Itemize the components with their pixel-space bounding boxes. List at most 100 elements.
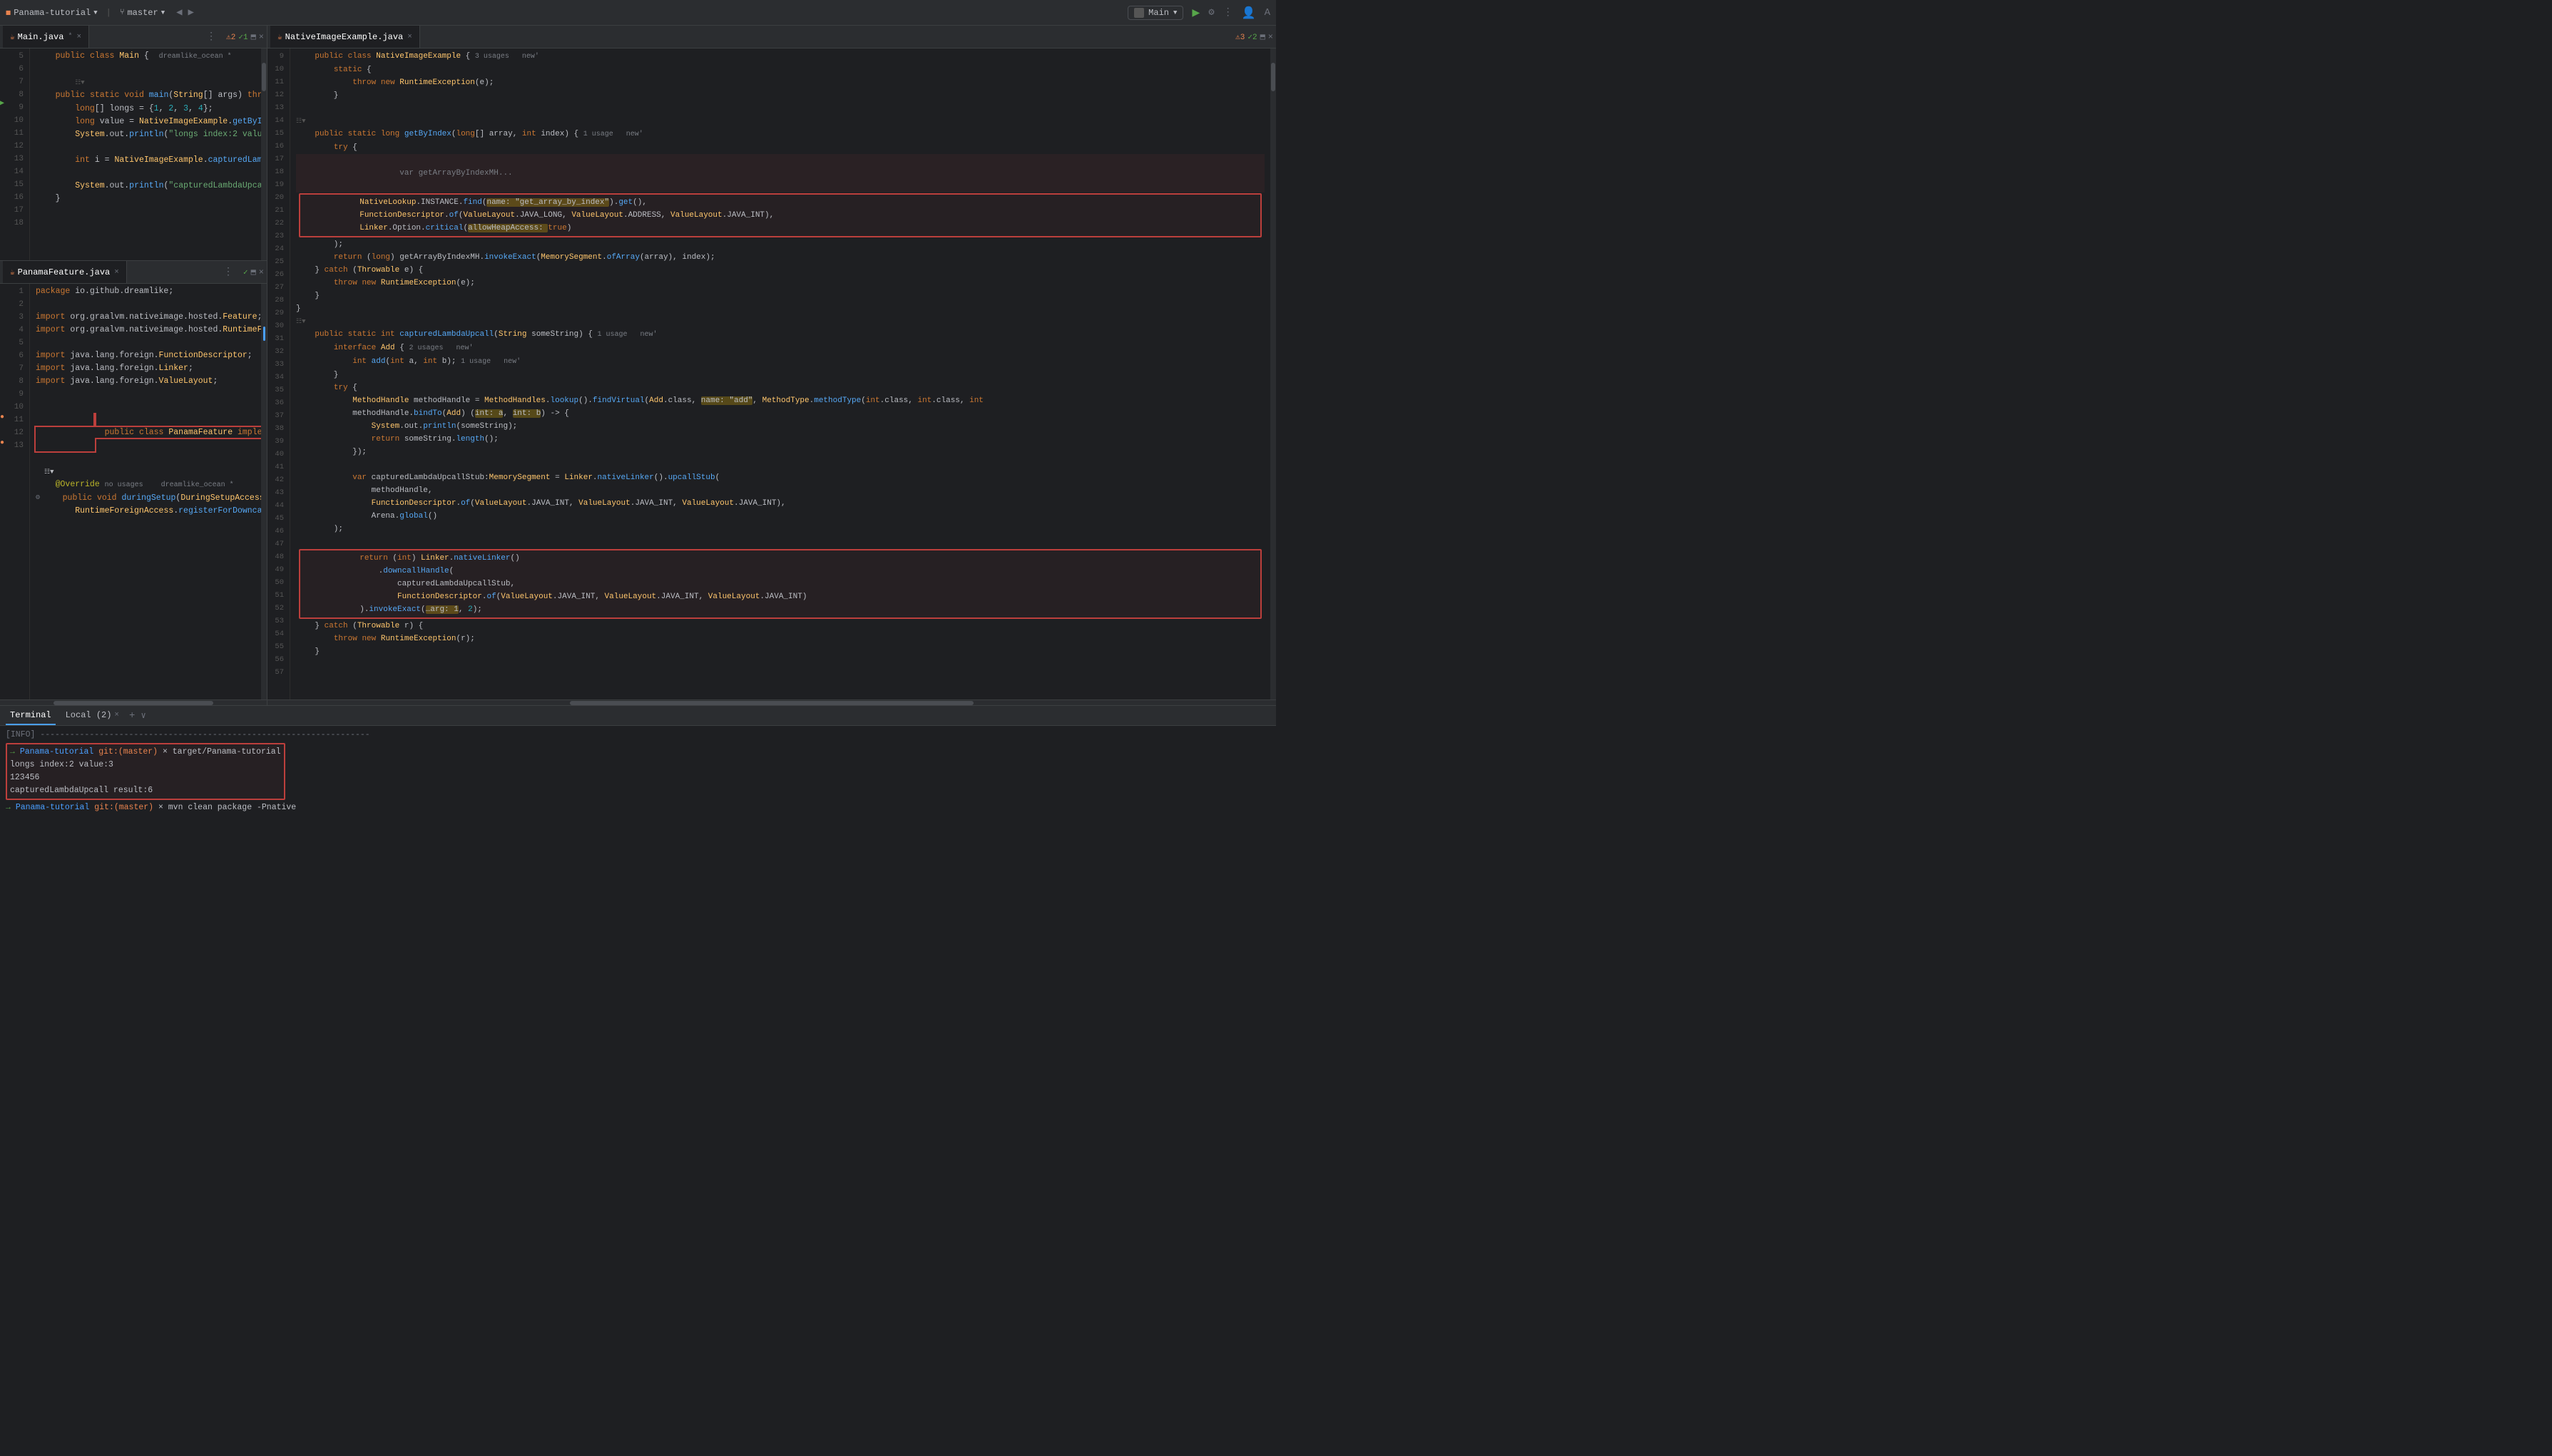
vscroll-thumb-native[interactable] <box>1271 63 1275 91</box>
line-numbers-native: 910111213 1415161718 1920212223 24252627… <box>267 48 290 699</box>
term-output-3: capturedLambdaUpcall result:6 <box>10 786 153 795</box>
tab-local[interactable]: Local (2) × <box>61 706 123 725</box>
hscroll-panama[interactable] <box>0 699 267 705</box>
translate-button[interactable]: A <box>1265 7 1270 19</box>
project-selector[interactable]: ◼ Panama-tutorial ▼ <box>6 7 98 18</box>
branch-dropdown-icon: ▼ <box>161 9 165 16</box>
pf-line-5 <box>36 337 255 349</box>
tab-native-image[interactable]: ☕ NativeImageExample.java × <box>270 26 420 48</box>
ni-hl-line-2: FunctionDescriptor.of(ValueLayout.JAVA_L… <box>303 209 1257 222</box>
vscroll-thumb-main[interactable] <box>262 63 266 91</box>
branch-selector[interactable]: ⑂ master ▼ <box>120 8 165 18</box>
native-image-content[interactable]: 910111213 1415161718 1920212223 24252627… <box>267 48 1276 699</box>
ni-line-36: var capturedLambdaUpcallStub:MemorySegme… <box>296 471 1265 484</box>
vscroll-indicator <box>263 327 265 341</box>
vscroll-panama[interactable] <box>261 284 267 699</box>
editor-close-icon-2[interactable]: × <box>259 267 264 277</box>
right-close-icon[interactable]: × <box>1268 32 1273 42</box>
code-native-image[interactable]: public class NativeImageExample { 3 usag… <box>290 48 1270 699</box>
ni-line-31: methodHandle.bindTo(Add) (int: a, int: b… <box>296 407 1265 420</box>
ni-line-32: System.out.println(someString); <box>296 420 1265 433</box>
vscroll-native[interactable] <box>1270 48 1276 699</box>
ni-line-23: } <box>296 302 1265 315</box>
titlebar-separator: | <box>106 8 111 18</box>
ni-line-35 <box>296 458 1265 471</box>
pf-line-12: @Override no usages dreamlike_ocean * <box>36 478 255 492</box>
term-line-1: [INFO] ---------------------------------… <box>6 729 1270 742</box>
code-line-6 <box>36 63 255 76</box>
ni-hl2-line-1: return (int) Linker.nativeLinker() <box>303 552 1257 565</box>
term-line-6: → Panama-tutorial git:(master) × mvn cle… <box>6 801 1270 814</box>
ni-line-28: } <box>296 369 1265 381</box>
panama-feature-editor: ☕ PanamaFeature.java × ⋮ ✓ ⬒ × <box>0 261 267 705</box>
main-java-content[interactable]: ▶ 5 6 7 8 <box>0 48 267 260</box>
code-panama-java[interactable]: package io.github.dreamlike; import org.… <box>30 284 261 699</box>
terminal-dropdown[interactable]: ∨ <box>141 710 146 721</box>
project-icon: ◼ <box>6 7 11 18</box>
hscroll-thumb[interactable] <box>53 701 213 705</box>
avatar-button[interactable]: 👤 <box>1242 6 1256 20</box>
titlebar: ◼ Panama-tutorial ▼ | ⑂ master ▼ ◀ ▶ Mai… <box>0 0 1276 26</box>
terminal-add-button[interactable]: + <box>129 710 135 722</box>
ni-line-27: int add(int a, int b); 1 usage new' <box>296 355 1265 369</box>
back-icon[interactable]: ◀ <box>176 6 182 19</box>
right-panel: ☕ NativeImageExample.java × ⚠3 ✓2 ⬒ × 91… <box>267 26 1276 705</box>
tab-main-java-close[interactable]: × <box>76 33 81 41</box>
ni-line-10: static { <box>296 63 1265 76</box>
main-content: ☕ Main.java * × ⋮ ⚠2 ✓1 ⬒ × <box>0 26 1276 705</box>
pf-line-1: package io.github.dreamlike; <box>36 285 255 298</box>
ni-line-26: interface Add { 2 usages new' <box>296 342 1265 355</box>
ni-line-12: } <box>296 89 1265 102</box>
more-button[interactable]: ⋮ <box>1223 6 1233 19</box>
right-ok-badge: ✓2 <box>1247 32 1257 42</box>
tab-more-button[interactable]: ⋮ <box>202 31 220 43</box>
term-prompt-2: → <box>6 803 16 812</box>
vscroll-main[interactable] <box>261 48 267 260</box>
pf-line-11: ☷▼ <box>36 466 255 478</box>
tab-terminal[interactable]: Terminal <box>6 706 56 725</box>
term-line-5: capturedLambdaUpcall result:6 <box>10 784 281 797</box>
local-label: Local (2) <box>66 710 112 720</box>
run-config-selector[interactable]: Main ▼ <box>1128 6 1183 20</box>
tab-more-button-2[interactable]: ⋮ <box>219 266 238 278</box>
code-line-5: public class Main { dreamlike_ocean * <box>36 50 255 63</box>
hscroll-native[interactable] <box>267 699 1276 705</box>
local-close[interactable]: × <box>114 711 119 719</box>
code-main-java[interactable]: public class Main { dreamlike_ocean * ☷▼… <box>30 48 261 260</box>
editor-toolbar-icon[interactable]: ⬒ <box>251 31 256 42</box>
ni-line-18: ); <box>296 238 1265 251</box>
ni-line-25: public static int capturedLambdaUpcall(S… <box>296 328 1265 342</box>
right-status-icons: ⚠3 ✓2 ⬒ × <box>1235 31 1273 42</box>
tab-native-label: NativeImageExample.java <box>285 32 404 42</box>
project-dropdown-icon: ▼ <box>93 9 97 16</box>
navigation-icons: ◀ ▶ <box>176 6 194 19</box>
ni-line-42: } catch (Throwable r) { <box>296 620 1265 632</box>
ni-line-17: var getArrayByIndexMH... <box>296 154 1265 193</box>
run-button[interactable]: ▶ <box>1192 5 1200 21</box>
code-line-18 <box>36 218 255 231</box>
code-line-9: long[] longs = {1, 2, 3, 4}; <box>36 103 255 116</box>
terminal-content[interactable]: [INFO] ---------------------------------… <box>0 726 1276 817</box>
ni-line-21: throw new RuntimeException(e); <box>296 277 1265 289</box>
forward-icon[interactable]: ▶ <box>188 6 194 19</box>
branch-name: master <box>127 8 158 18</box>
tab-panama-close[interactable]: × <box>114 268 119 277</box>
warn-badge: ⚠2 <box>226 32 235 42</box>
hscroll-thumb-native[interactable] <box>570 701 974 705</box>
right-toolbar-icon[interactable]: ⬒ <box>1260 31 1265 42</box>
ni-line-39: Arena.global() <box>296 510 1265 523</box>
code-line-14 <box>36 167 255 180</box>
editor-toolbar-icon-2[interactable]: ⬒ <box>251 267 256 277</box>
settings-button[interactable]: ⚙ <box>1208 6 1214 19</box>
pf-line-14: RuntimeForeignAccess.registerForDowncall… <box>36 505 255 518</box>
tab-main-java[interactable]: ☕ Main.java * × <box>3 26 89 48</box>
panama-feature-content[interactable]: ● ● 1 2 3 4 5 6 7 8 9 10 11 12 <box>0 284 267 699</box>
editor-close-icon[interactable]: × <box>259 32 264 42</box>
tab-native-close[interactable]: × <box>407 33 412 41</box>
ni-line-15: public static long getByIndex(long[] arr… <box>296 128 1265 141</box>
term-path-1: Panama-tutorial <box>20 747 98 757</box>
gutter-main: ▶ <box>0 48 7 260</box>
term-info-text: [INFO] ---------------------------------… <box>6 730 370 739</box>
ni-hl2-line-2: .downcallHandle( <box>303 565 1257 578</box>
tab-panama-feature[interactable]: ☕ PanamaFeature.java × <box>3 261 127 283</box>
